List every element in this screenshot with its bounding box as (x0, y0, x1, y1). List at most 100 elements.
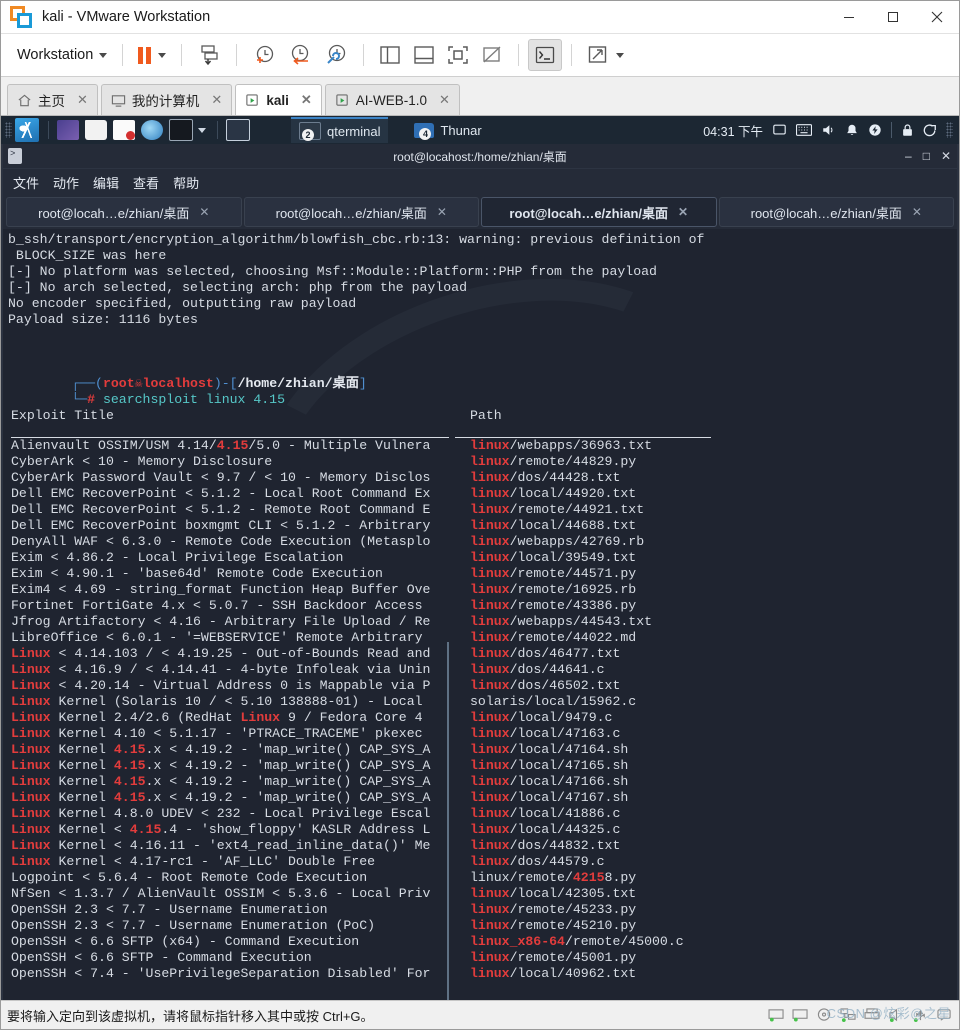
menu-help[interactable]: 帮助 (173, 173, 199, 192)
notifications-icon[interactable] (845, 123, 859, 137)
stretch-guest-icon (589, 46, 607, 63)
unity-mode-button[interactable] (475, 40, 509, 70)
vm-tab-home[interactable]: 主页 ✕ (7, 84, 98, 115)
chevron-down-icon[interactable] (198, 127, 206, 133)
table-row: Linux Kernel 4.15.x < 4.19.2 - 'map_writ… (8, 790, 957, 806)
exploit-path-cell: linux/dos/46477.txt (470, 646, 621, 661)
table-row: Exim < 4.90.1 - 'base64d' Remote Code Ex… (8, 566, 957, 582)
terminal-tab-label: root@locah…e/zhian/桌面 (38, 205, 190, 221)
exploit-title-cell: Jfrog Artifactory < 4.16 - Arbitrary Fil… (11, 614, 431, 629)
taskbar-item-thunar[interactable]: 4 Thunar (406, 118, 489, 142)
exploit-path-cell: solaris/local/15962.c (470, 694, 637, 709)
lock-screen-icon[interactable] (901, 123, 914, 137)
window-titlebar: kali - VMware Workstation (1, 1, 959, 34)
exploit-path-cell: linux/local/42305.txt (470, 886, 637, 901)
take-snapshot-button[interactable] (246, 40, 282, 70)
table-row: Linux Kernel < 4.17-rc1 - 'AF_LLC' Doubl… (8, 854, 957, 870)
snapshot-manager-button[interactable] (191, 40, 227, 70)
terminal-tab-close[interactable]: ✕ (912, 205, 922, 219)
terminal-close-button[interactable]: ✕ (941, 149, 951, 163)
exploit-title-cell: OpenSSH 2.3 < 7.7 - Username Enumeration… (11, 918, 376, 933)
full-screen-button[interactable] (441, 40, 475, 70)
panel-divider (217, 121, 218, 139)
close-button[interactable] (915, 1, 959, 33)
exploit-title-cell: Linux Kernel < 4.17-rc1 - 'AF_LLC' Doubl… (11, 854, 376, 869)
terminal-line: [-] No arch selected, selecting arch: ph… (8, 280, 467, 295)
terminal-tab-3[interactable]: root@locah…e/zhian/桌面 ✕ (481, 197, 717, 227)
menu-actions[interactable]: 动作 (53, 173, 79, 192)
terminal-tab-bar: root@locah…e/zhian/桌面 ✕ root@locah…e/zhi… (3, 195, 957, 229)
web-browser-icon[interactable] (141, 120, 163, 140)
vm-tab-close[interactable]: ✕ (211, 92, 222, 108)
revert-snapshot-button[interactable] (282, 40, 318, 70)
exploit-title-cell: Dell EMC RecoverPoint < 5.1.2 - Local Ro… (11, 486, 431, 501)
terminal-output[interactable]: b_ssh/transport/encryption_algorithm/blo… (3, 229, 957, 1000)
exploit-title-cell: Exim4 < 4.69 - string_format Function He… (11, 582, 431, 597)
chevron-down-icon (99, 52, 108, 58)
vm-tab-close[interactable]: ✕ (439, 92, 450, 108)
hard-disk-status-icon[interactable] (768, 1008, 785, 1022)
revert-snapshot-icon (292, 44, 309, 65)
terminal-tab-2[interactable]: root@locah…e/zhian/桌面 ✕ (243, 197, 479, 227)
terminal-window-button[interactable] (226, 119, 250, 141)
table-row: Linux Kernel < 4.16.11 - 'ext4_read_inli… (8, 838, 957, 854)
minimize-button[interactable] (827, 1, 871, 33)
column-header-path: Path (470, 408, 502, 423)
exploit-title-cell: OpenSSH 2.3 < 7.7 - Username Enumeration (11, 902, 328, 917)
file-manager-icon[interactable] (85, 120, 107, 140)
menu-edit[interactable]: 编辑 (93, 173, 119, 192)
power-icon[interactable] (868, 123, 882, 137)
full-screen-icon (448, 46, 469, 64)
exploit-title-cell: Linux < 4.14.103 / < 4.19.25 - Out-of-Bo… (11, 646, 431, 661)
panel-grip-icon[interactable] (5, 122, 12, 138)
text-editor-icon[interactable] (113, 120, 135, 140)
volume-icon[interactable] (821, 123, 836, 137)
show-desktop-icon[interactable] (57, 120, 79, 140)
manage-snapshots-button[interactable] (318, 40, 354, 70)
display-icon[interactable] (772, 123, 787, 137)
pause-button[interactable] (132, 40, 172, 70)
terminal-maximize-button[interactable]: □ (923, 149, 930, 163)
terminal-minimize-button[interactable]: – (905, 149, 912, 163)
vm-tab-label: 我的计算机 (131, 94, 200, 109)
logout-icon[interactable] (923, 123, 937, 137)
terminal-tab-close[interactable]: ✕ (678, 205, 688, 219)
exploit-title-cell: Alienvault OSSIM/USM 4.14/4.15/5.0 - Mul… (11, 438, 431, 453)
terminal-tab-1[interactable]: root@locah…e/zhian/桌面 ✕ (6, 197, 242, 227)
console-view-button[interactable] (528, 39, 563, 71)
terminal-icon[interactable] (169, 119, 193, 141)
show-library-button[interactable] (373, 40, 407, 70)
vm-running-icon (246, 93, 259, 106)
maximize-button[interactable] (871, 1, 915, 33)
vm-tab-ai-web[interactable]: AI-WEB-1.0 ✕ (324, 84, 460, 115)
menu-view[interactable]: 查看 (133, 173, 159, 192)
vm-tab-label: kali (266, 92, 289, 108)
vm-tab-close[interactable]: ✕ (301, 92, 312, 108)
exploit-path-cell: linux/webapps/44543.txt (470, 614, 653, 629)
keyboard-layout-icon[interactable] (796, 123, 812, 137)
table-row: OpenSSH < 7.4 - 'UsePrivilegeSeparation … (8, 966, 957, 982)
stretch-guest-button[interactable] (581, 40, 630, 70)
menu-file[interactable]: 文件 (13, 173, 39, 192)
exploit-title-cell: Linux Kernel (Solaris 10 / < 5.10 138888… (11, 694, 423, 709)
watermark: CSDN @炫彩@之星 (826, 1006, 951, 1021)
clock[interactable]: 04:31 下午 (703, 121, 763, 140)
terminal-tab-close[interactable]: ✕ (199, 205, 209, 219)
vm-tab-close[interactable]: ✕ (77, 92, 88, 108)
terminal-tab-4[interactable]: root@locah…e/zhian/桌面 ✕ (718, 197, 954, 227)
toolbar-divider (571, 44, 573, 66)
panel-grip-icon[interactable] (946, 122, 953, 138)
vm-tab-kali[interactable]: kali ✕ (235, 84, 322, 115)
show-thumbnail-bar-button[interactable] (407, 40, 441, 70)
vmware-logo-icon (10, 6, 32, 28)
taskbar-item-qterminal[interactable]: 2 qterminal (291, 117, 389, 143)
kali-dragon-menu-icon[interactable] (15, 118, 39, 142)
table-row: Alienvault OSSIM/USM 4.14/4.15/5.0 - Mul… (8, 438, 957, 454)
taskbar-item-label: qterminal (327, 123, 381, 139)
chevron-down-icon (616, 52, 625, 58)
terminal-tab-close[interactable]: ✕ (437, 205, 447, 219)
hard-disk-2-status-icon[interactable] (792, 1008, 809, 1022)
shell-prompt-line-1: ┌──(root☠localhost)-[/home/zhian/桌面] (71, 376, 367, 391)
workstation-menu-button[interactable]: Workstation (11, 40, 113, 70)
vm-tab-my-computer[interactable]: 我的计算机 ✕ (100, 84, 233, 115)
